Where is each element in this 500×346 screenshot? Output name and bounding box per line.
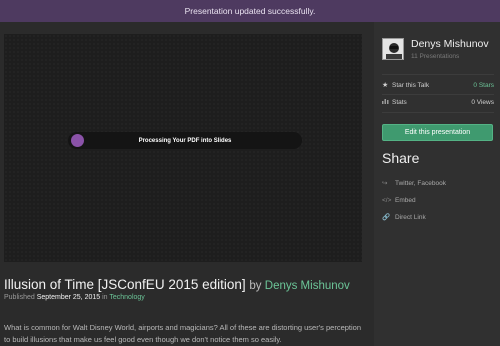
direct-link[interactable]: 🔗 Direct Link: [382, 211, 426, 223]
success-notice: Presentation updated successfully.: [0, 0, 500, 22]
code-icon: </>: [382, 196, 392, 204]
in-label: in: [102, 294, 108, 301]
link-icon: 🔗: [382, 214, 391, 221]
edit-presentation-button[interactable]: Edit this presentation: [382, 124, 493, 141]
publish-date: September 25, 2015: [36, 294, 101, 301]
by-label: by Denys Mishunov: [249, 280, 350, 292]
avatar[interactable]: [382, 38, 404, 60]
share-social-label: Twitter, Facebook: [395, 179, 446, 187]
sidebar: Denys Mishunov 11 Presentations ★ Star t…: [374, 22, 500, 346]
stats-label: Stats: [392, 98, 407, 106]
processing-status-text: Processing Your PDF into Slides: [138, 137, 232, 144]
divider: [382, 94, 494, 95]
avatar-image: [383, 39, 403, 59]
bar-chart-icon: [382, 98, 392, 106]
share-icon: ↪: [382, 180, 388, 187]
publish-info: Published September 25, 2015 in Technolo…: [4, 294, 145, 301]
slide-player[interactable]: Processing Your PDF into Slides: [4, 34, 362, 262]
talk-title-line: Illusion of Time [JSConfEU 2015 edition]…: [4, 277, 374, 292]
stats-row[interactable]: Stats 0 Views: [382, 96, 494, 108]
author-link[interactable]: Denys Mishunov: [265, 280, 350, 292]
star-icon: ★: [382, 82, 389, 89]
direct-link-label: Direct Link: [395, 213, 426, 221]
divider: [382, 112, 494, 113]
presentation-count: 11 Presentations: [411, 53, 460, 60]
processing-progress-bar: Processing Your PDF into Slides: [68, 132, 302, 149]
views-count: 0 Views: [471, 98, 494, 106]
divider: [382, 74, 494, 75]
share-heading: Share: [382, 150, 420, 166]
notice-text: Presentation updated successfully.: [184, 6, 316, 16]
published-label: Published: [4, 294, 35, 301]
user-name[interactable]: Denys Mishunov: [411, 38, 500, 50]
talk-description: What is common for Walt Disney World, ai…: [4, 323, 362, 344]
star-talk-row[interactable]: ★ Star this Talk 0 Stars: [382, 79, 494, 91]
embed-link[interactable]: </> Embed: [382, 194, 416, 206]
share-social-link[interactable]: ↪ Twitter, Facebook: [382, 177, 446, 189]
star-count: 0 Stars: [473, 81, 494, 89]
talk-title: Illusion of Time [JSConfEU 2015 edition]: [4, 277, 246, 292]
embed-label: Embed: [395, 196, 416, 204]
category-link[interactable]: Technology: [109, 294, 144, 301]
star-label: Star this Talk: [392, 81, 430, 89]
